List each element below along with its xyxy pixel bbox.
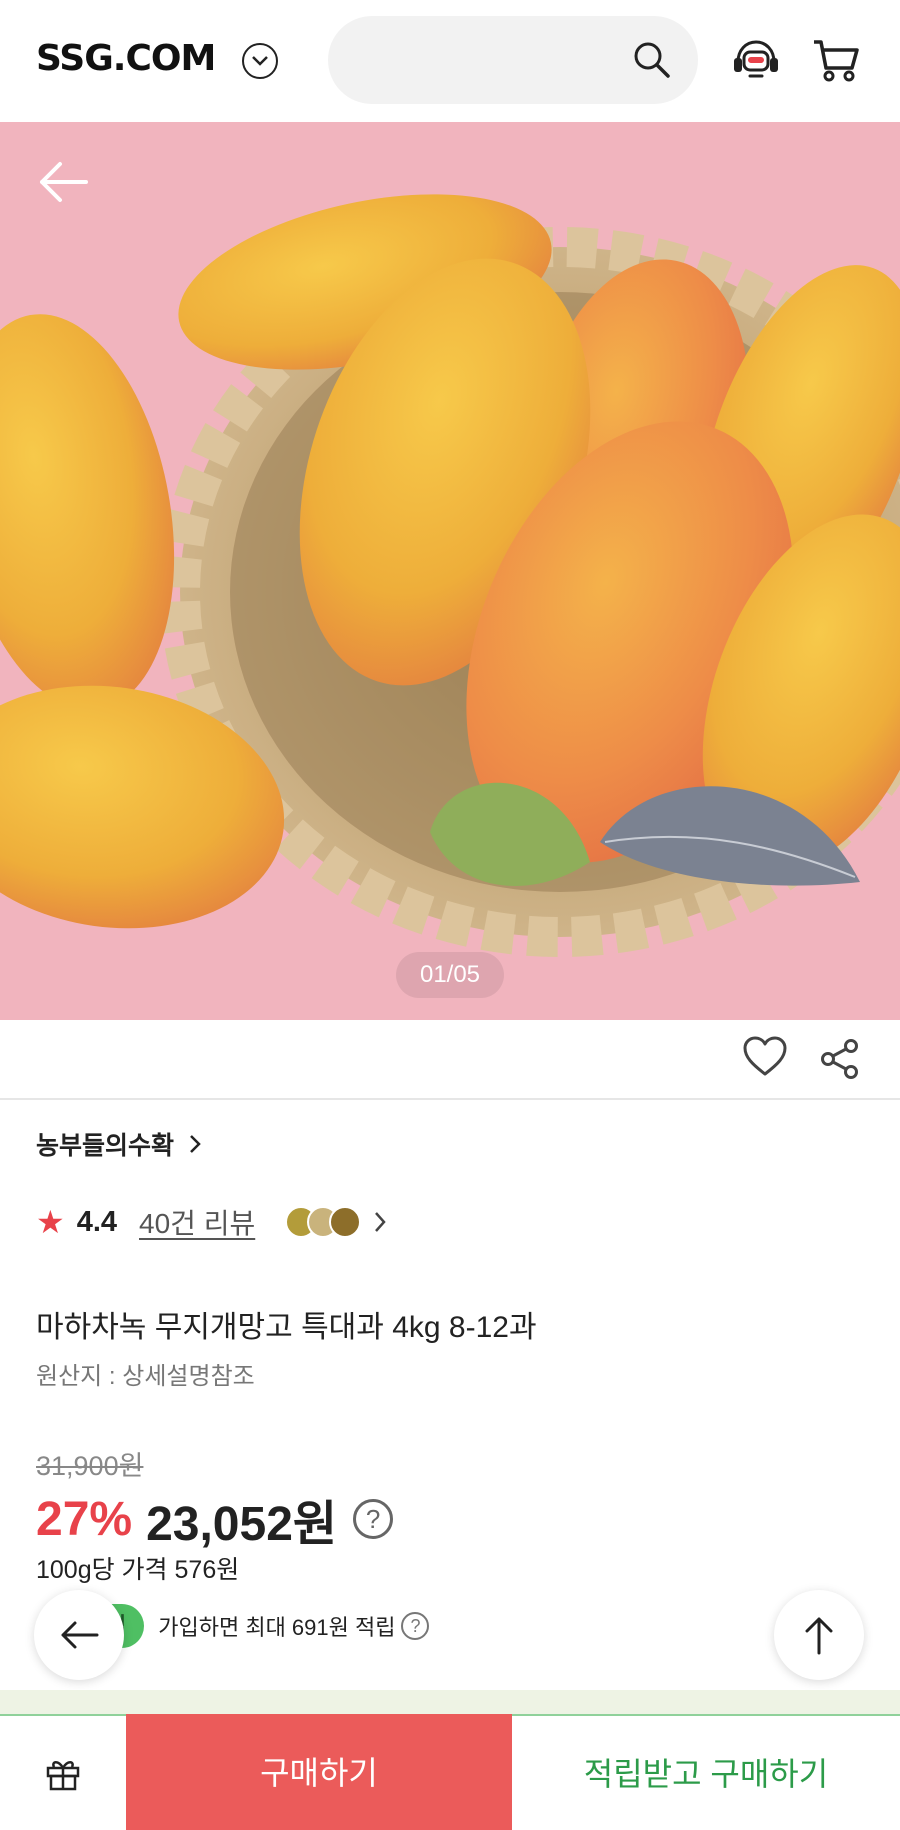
bottom-purchase-bar: 구매하기 적립받고 구매하기 xyxy=(0,1714,900,1830)
arrow-up-icon xyxy=(805,1617,833,1655)
buy-button[interactable]: 구매하기 xyxy=(126,1714,512,1830)
bottom-divider xyxy=(0,1690,900,1714)
price-row: 27% 23,052원 ? xyxy=(36,1484,394,1554)
review-thumbnails[interactable] xyxy=(285,1206,362,1238)
product-origin: 원산지 : 상세설명참조 xyxy=(36,1363,255,1390)
chatbot-support-icon[interactable] xyxy=(730,36,782,88)
search-icon[interactable] xyxy=(632,40,672,80)
brand-name: 농부들의수확 xyxy=(36,1132,175,1160)
rating-value: 4.4 xyxy=(76,1205,118,1238)
chevron-right-icon xyxy=(190,1135,201,1153)
points-info-icon[interactable]: ? xyxy=(401,1612,430,1640)
arrow-left-icon xyxy=(61,1621,99,1649)
gift-icon xyxy=(46,1761,80,1791)
product-actions-row xyxy=(0,1020,900,1100)
search-bar[interactable] xyxy=(328,16,698,104)
mango-basket-image xyxy=(0,122,900,1020)
chevron-right-icon[interactable] xyxy=(373,1210,387,1234)
sale-price: 23,052원 xyxy=(146,1498,338,1551)
share-icon[interactable] xyxy=(820,1038,860,1080)
scroll-to-top-button[interactable] xyxy=(774,1590,864,1680)
rating-row[interactable]: ★ 4.4 40건 리뷰 xyxy=(36,1200,387,1244)
review-thumbnail xyxy=(329,1206,362,1238)
cart-icon[interactable] xyxy=(812,38,860,84)
unit-price: 100g당 가격 576원 xyxy=(36,1556,240,1584)
heart-icon[interactable] xyxy=(742,1036,788,1078)
chevron-down-icon[interactable] xyxy=(242,43,278,79)
back-arrow-icon[interactable] xyxy=(36,160,90,204)
product-image-gallery[interactable] xyxy=(0,122,900,1020)
gift-button[interactable] xyxy=(0,1716,126,1830)
star-icon: ★ xyxy=(36,1204,65,1240)
discount-rate: 27% xyxy=(36,1492,133,1546)
original-price: 31,900원 xyxy=(36,1451,144,1481)
image-pager: 01/05 xyxy=(396,952,504,998)
brand-link[interactable]: 농부들의수확 xyxy=(36,1126,202,1162)
ssg-logo[interactable]: SSG.COM xyxy=(36,38,216,79)
buy-with-points-button[interactable]: 적립받고 구매하기 xyxy=(512,1716,900,1830)
points-text: 가입하면 최대 691원 적립 xyxy=(158,1615,396,1640)
floating-back-button[interactable] xyxy=(34,1590,124,1680)
price-info-icon[interactable]: ? xyxy=(353,1499,394,1539)
top-header: SSG.COM xyxy=(0,0,900,122)
review-count-link[interactable]: 40건 리뷰 xyxy=(139,1202,255,1242)
search-input[interactable] xyxy=(356,38,616,82)
product-title: 마하차녹 무지개망고 특대과 4kg 8-12과 xyxy=(36,1311,537,1344)
